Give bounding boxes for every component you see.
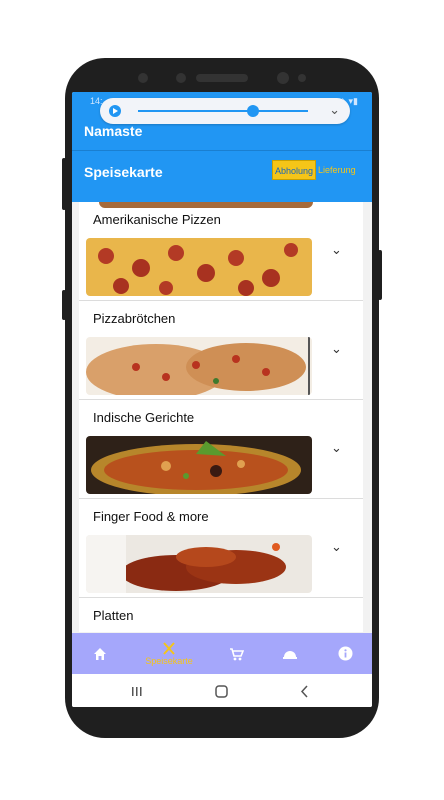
divider bbox=[72, 150, 372, 151]
play-icon[interactable] bbox=[109, 105, 121, 117]
menu-category-list[interactable]: Amerikanische Pizzen ⌄ Pizzabrötchen ⌄ I… bbox=[79, 202, 363, 692]
app-bar: 14:.. ∗ ◈ ▾▮ ⌄ Namaste Speisekarte Abhol… bbox=[72, 92, 372, 202]
category-title: Pizzabrötchen bbox=[93, 311, 176, 326]
app-title: Namaste bbox=[84, 123, 143, 139]
nav-cart[interactable] bbox=[226, 633, 246, 674]
category-title: Platten bbox=[93, 608, 134, 623]
cart-icon bbox=[229, 647, 244, 660]
cutlery-icon bbox=[163, 641, 175, 655]
sensor-dot bbox=[176, 73, 186, 83]
nav-orders[interactable] bbox=[280, 633, 300, 674]
category-item-finger-food[interactable]: Finger Food & more ⌄ bbox=[79, 499, 363, 598]
page-title: Speisekarte bbox=[84, 164, 163, 180]
sensor-dot bbox=[298, 74, 306, 82]
chevron-down-icon[interactable]: ⌄ bbox=[331, 341, 342, 357]
nav-home[interactable] bbox=[90, 633, 110, 674]
category-item-pizzabroetchen[interactable]: Pizzabrötchen ⌄ bbox=[79, 301, 363, 400]
order-type-toggle[interactable]: Abholung Lieferung bbox=[272, 160, 358, 180]
chicken-wings-image bbox=[86, 535, 312, 593]
sensor-dot bbox=[138, 73, 148, 83]
category-item-amerikanische-pizzen[interactable]: Amerikanische Pizzen ⌄ bbox=[79, 202, 363, 301]
toggle-lieferung[interactable]: Lieferung bbox=[316, 160, 358, 180]
volume-button bbox=[62, 158, 66, 210]
side-button bbox=[378, 250, 382, 300]
chevron-down-icon[interactable]: ⌄ bbox=[331, 539, 342, 555]
category-title: Finger Food & more bbox=[93, 509, 209, 524]
home-button-icon[interactable] bbox=[215, 685, 228, 698]
app-screen: 14:.. ∗ ◈ ▾▮ ⌄ Namaste Speisekarte Abhol… bbox=[72, 92, 372, 707]
category-title: Indische Gerichte bbox=[93, 410, 195, 425]
indian-curry-image bbox=[86, 436, 312, 494]
info-icon bbox=[338, 646, 352, 661]
seekbar-thumb[interactable] bbox=[247, 105, 259, 117]
camera-bar bbox=[138, 72, 306, 84]
nav-label: Speisekarte bbox=[145, 655, 193, 666]
chevron-down-icon[interactable]: ⌄ bbox=[331, 242, 342, 258]
bottom-navigation: Speisekarte bbox=[72, 633, 372, 674]
power-button bbox=[62, 290, 66, 320]
cloche-icon bbox=[283, 650, 297, 659]
pizza-bread-image bbox=[86, 337, 312, 395]
back-icon[interactable] bbox=[300, 685, 308, 698]
chevron-down-icon[interactable]: ⌄ bbox=[331, 440, 342, 456]
category-title: Amerikanische Pizzen bbox=[93, 212, 221, 227]
speaker-grille bbox=[196, 74, 248, 82]
category-item-indische-gerichte[interactable]: Indische Gerichte ⌄ bbox=[79, 400, 363, 499]
home-icon bbox=[94, 647, 106, 660]
nav-info[interactable] bbox=[335, 633, 355, 674]
nav-speisekarte[interactable]: Speisekarte bbox=[138, 633, 200, 674]
chevron-down-icon[interactable]: ⌄ bbox=[329, 102, 340, 118]
toggle-abholung[interactable]: Abholung bbox=[272, 160, 317, 180]
system-navigation-bar bbox=[72, 674, 372, 707]
recent-apps-icon[interactable] bbox=[132, 687, 142, 696]
front-camera bbox=[277, 72, 289, 84]
media-seekbar[interactable] bbox=[138, 110, 308, 112]
pepperoni-pizza-image bbox=[86, 238, 312, 296]
media-player[interactable]: ⌄ bbox=[100, 98, 350, 124]
